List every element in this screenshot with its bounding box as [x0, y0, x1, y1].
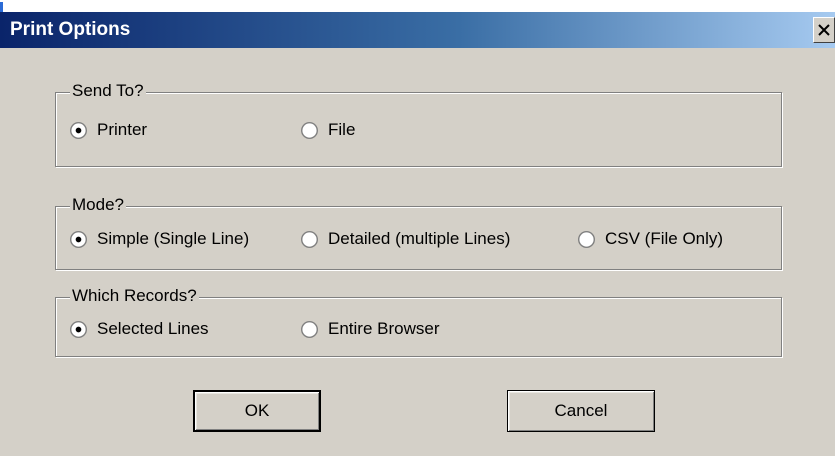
- top-mark: [0, 2, 3, 12]
- radio-checked-icon: [70, 230, 87, 248]
- radio-printer[interactable]: Printer: [70, 120, 147, 140]
- window-title: Print Options: [10, 19, 131, 40]
- send-to-legend: Send To?: [70, 80, 146, 102]
- radio-unchecked-icon: [301, 320, 318, 338]
- radio-unchecked-icon: [301, 121, 318, 139]
- radio-checked-icon: [70, 320, 87, 338]
- radio-csv[interactable]: CSV (File Only): [578, 229, 723, 249]
- radio-unchecked-icon: [578, 230, 595, 248]
- mode-group: Mode? Simple (Single Line) Detailed (mul…: [55, 194, 782, 270]
- records-legend: Which Records?: [70, 285, 199, 307]
- cancel-button[interactable]: Cancel: [507, 390, 655, 432]
- radio-selected-lines[interactable]: Selected Lines: [70, 319, 209, 339]
- mode-legend: Mode?: [70, 194, 126, 216]
- radio-csv-label: CSV (File Only): [605, 229, 724, 248]
- print-options-dialog: Print Options Send To? Printer File Mode…: [0, 12, 835, 456]
- radio-simple-label: Simple (Single Line): [97, 229, 250, 248]
- records-group: Which Records? Selected Lines Entire Bro…: [55, 285, 782, 357]
- radio-file[interactable]: File: [301, 120, 355, 140]
- cancel-button-label: Cancel: [554, 401, 608, 420]
- title-bar[interactable]: Print Options: [0, 12, 835, 48]
- radio-checked-icon: [70, 121, 87, 139]
- ok-button[interactable]: OK: [193, 390, 321, 432]
- send-to-group: Send To? Printer File: [55, 80, 782, 167]
- close-button[interactable]: [813, 17, 835, 43]
- radio-entire-browser-label: Entire Browser: [328, 319, 440, 338]
- close-icon: [818, 24, 830, 36]
- radio-simple[interactable]: Simple (Single Line): [70, 229, 249, 249]
- radio-selected-lines-label: Selected Lines: [97, 319, 209, 338]
- radio-detailed[interactable]: Detailed (multiple Lines): [301, 229, 510, 249]
- radio-unchecked-icon: [301, 230, 318, 248]
- radio-printer-label: Printer: [97, 120, 148, 139]
- top-strip: [0, 0, 835, 12]
- ok-button-label: OK: [244, 401, 270, 420]
- radio-entire-browser[interactable]: Entire Browser: [301, 319, 439, 339]
- radio-file-label: File: [328, 120, 356, 139]
- radio-detailed-label: Detailed (multiple Lines): [328, 229, 511, 248]
